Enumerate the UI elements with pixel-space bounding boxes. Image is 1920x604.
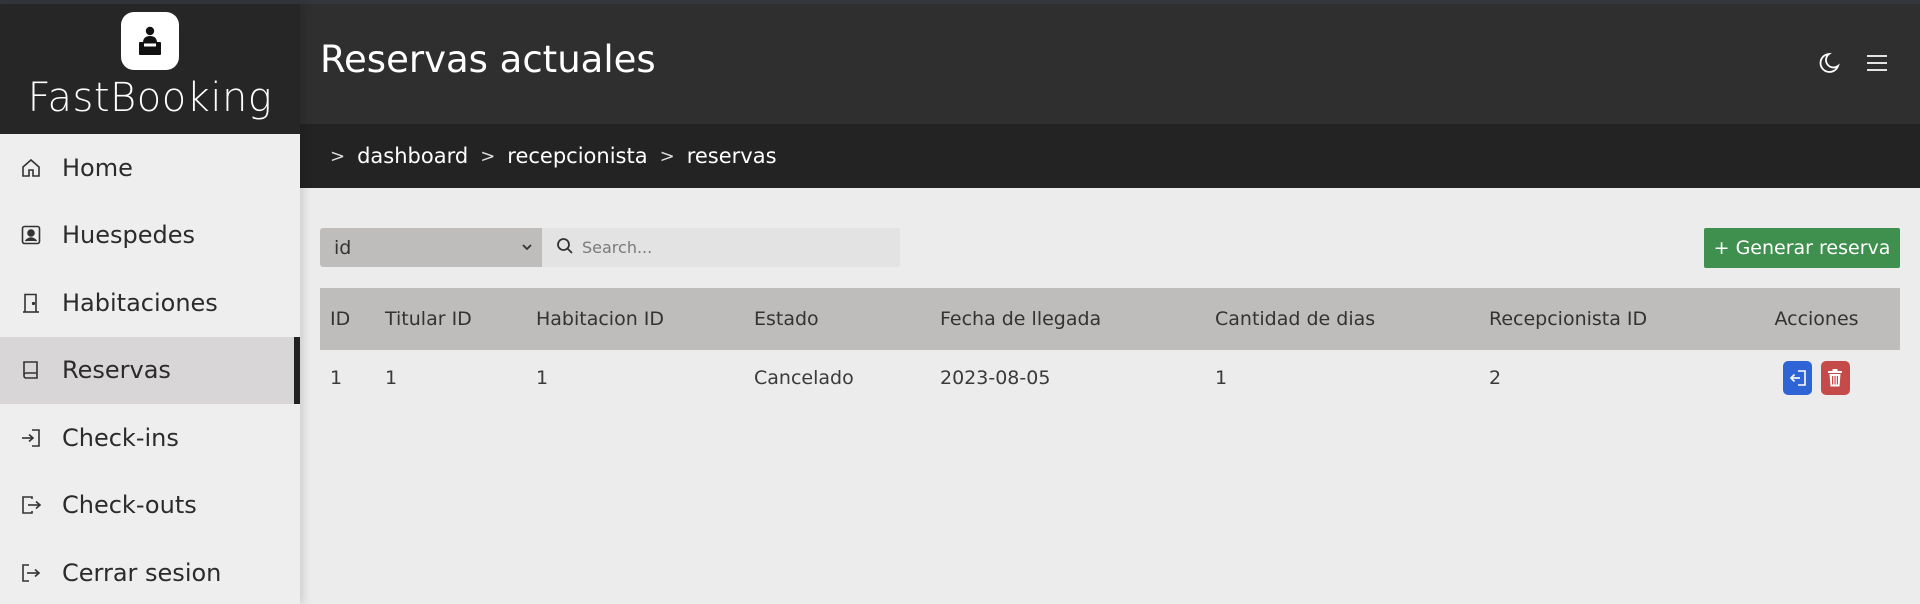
sidebar-item-check-outs[interactable]: Check-outs bbox=[0, 472, 300, 540]
breadcrumb-item-recepcionista[interactable]: recepcionista bbox=[507, 144, 647, 168]
cell-titular-id: 1 bbox=[385, 367, 398, 389]
column-header-cantidad-dias[interactable]: Cantidad de dias bbox=[1205, 288, 1479, 350]
generate-reservation-button[interactable]: + Generar reserva bbox=[1704, 228, 1900, 268]
cell-recepcionista-id: 2 bbox=[1489, 367, 1502, 389]
user-card-icon bbox=[20, 224, 42, 246]
sidebar-item-label: Check-ins bbox=[62, 423, 179, 452]
cell-acciones bbox=[1733, 350, 1900, 406]
cell-habitacion-id: 1 bbox=[536, 367, 549, 389]
delete-action-button[interactable] bbox=[1820, 361, 1850, 395]
cell-cantidad-dias: 1 bbox=[1215, 367, 1228, 389]
sign-in-icon bbox=[20, 427, 42, 449]
sidebar-item-label: Cerrar sesion bbox=[62, 558, 222, 587]
sidebar-item-huespedes[interactable]: Huespedes bbox=[0, 202, 300, 270]
logout-icon bbox=[20, 562, 42, 584]
filter-selected-value: id bbox=[334, 236, 352, 259]
chevron-right-icon: > bbox=[330, 145, 346, 167]
search-input[interactable] bbox=[582, 238, 882, 257]
column-header-habitacion-id[interactable]: Habitacion ID bbox=[526, 288, 744, 350]
column-header-recepcionista-id[interactable]: Recepcionista ID bbox=[1479, 288, 1733, 350]
sidebar: FastBooking Home Huespedes Habitaciones … bbox=[0, 4, 300, 604]
search-box bbox=[542, 228, 900, 267]
moon-icon[interactable] bbox=[1818, 50, 1844, 76]
column-header-acciones: Acciones bbox=[1733, 288, 1900, 350]
sidebar-item-label: Habitaciones bbox=[62, 288, 218, 317]
column-header-titular-id[interactable]: Titular ID bbox=[375, 288, 526, 350]
sidebar-item-label: Reservas bbox=[62, 356, 171, 385]
column-header-estado[interactable]: Estado bbox=[744, 288, 930, 350]
home-icon bbox=[20, 157, 42, 179]
page-title: Reservas actuales bbox=[320, 38, 656, 81]
brand-name: FastBooking bbox=[27, 75, 273, 121]
search-icon bbox=[556, 237, 574, 259]
table-row: 1 1 1 Cancelado 2023-08-05 1 2 bbox=[320, 350, 1900, 406]
header-actions bbox=[1818, 50, 1890, 76]
top-header: Reservas actuales bbox=[300, 4, 1920, 124]
cell-id: 1 bbox=[330, 367, 343, 389]
chevron-right-icon: > bbox=[480, 145, 496, 167]
reservations-table: ID Titular ID Habitacion ID Estado Fecha… bbox=[320, 288, 1900, 406]
cell-estado: Cancelado bbox=[754, 367, 854, 389]
breadcrumb: > dashboard > recepcionista > reservas bbox=[300, 124, 1920, 188]
brand[interactable]: FastBooking bbox=[0, 4, 300, 134]
sidebar-item-label: Huespedes bbox=[62, 221, 196, 250]
filter-field-select[interactable]: id bbox=[320, 228, 542, 267]
check-in-action-button[interactable] bbox=[1783, 361, 1813, 395]
chevron-down-icon bbox=[518, 238, 536, 256]
column-header-fecha-llegada[interactable]: Fecha de llegada bbox=[930, 288, 1205, 350]
sidebar-item-label: Home bbox=[62, 153, 133, 182]
receptionist-logo-icon bbox=[121, 12, 179, 70]
sidebar-item-home[interactable]: Home bbox=[0, 134, 300, 202]
sidebar-item-label: Check-outs bbox=[62, 491, 197, 520]
column-header-id[interactable]: ID bbox=[320, 288, 375, 350]
sidebar-item-reservas[interactable]: Reservas bbox=[0, 336, 300, 404]
cell-fecha-llegada: 2023-08-05 bbox=[940, 367, 1051, 389]
breadcrumb-item-reservas[interactable]: reservas bbox=[687, 144, 777, 168]
breadcrumb-item-dashboard[interactable]: dashboard bbox=[357, 144, 468, 168]
table-header-row: ID Titular ID Habitacion ID Estado Fecha… bbox=[320, 288, 1900, 350]
book-icon bbox=[20, 359, 42, 381]
sidebar-item-check-ins[interactable]: Check-ins bbox=[0, 404, 300, 472]
sidebar-item-habitaciones[interactable]: Habitaciones bbox=[0, 269, 300, 337]
door-icon bbox=[20, 292, 42, 314]
sidebar-nav: Home Huespedes Habitaciones Reservas Che… bbox=[0, 134, 300, 604]
sidebar-item-cerrar-sesion[interactable]: Cerrar sesion bbox=[0, 539, 300, 604]
sign-out-icon bbox=[20, 494, 42, 516]
chevron-right-icon: > bbox=[659, 145, 675, 167]
hamburger-menu-icon[interactable] bbox=[1864, 50, 1890, 76]
